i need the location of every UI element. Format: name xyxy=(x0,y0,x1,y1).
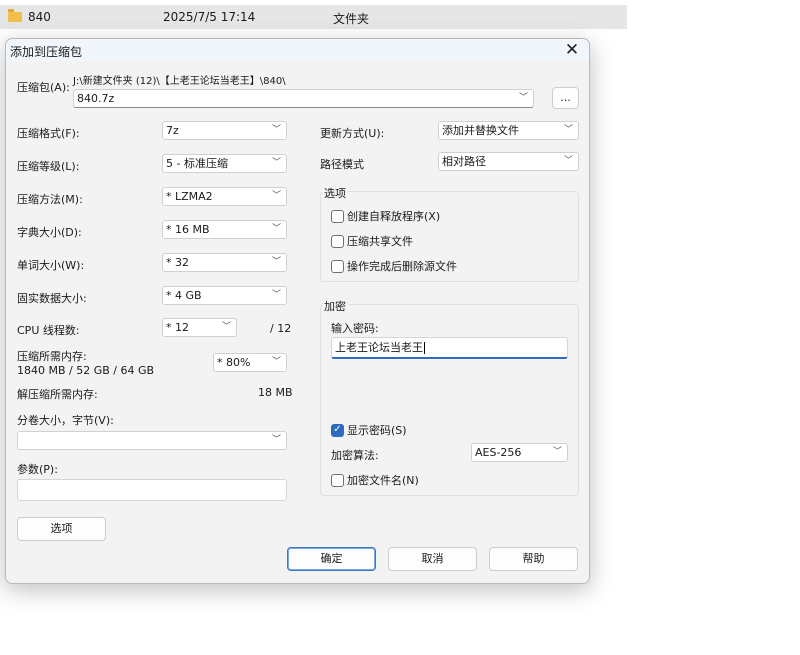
dict-select[interactable]: * 16 MB ﹀ xyxy=(162,220,287,239)
mem-compress-value: * 80% xyxy=(217,356,251,369)
checkbox-box xyxy=(331,234,344,248)
split-label: 分卷大小，字节(V): xyxy=(17,414,114,427)
pathmode-value: 相对路径 xyxy=(442,155,486,168)
password-input[interactable]: 上老王论坛当老王 xyxy=(331,337,568,359)
chevron-down-icon: ﹀ xyxy=(271,290,281,300)
chevron-down-icon: ﹀ xyxy=(221,322,231,332)
mem-decompress-value: 18 MB xyxy=(258,386,293,399)
show-password-label: 显示密码(S) xyxy=(347,424,407,437)
shared-files-label: 压缩共享文件 xyxy=(347,235,413,248)
solid-label: 固实数据大小: xyxy=(17,292,87,305)
chevron-down-icon: ﹀ xyxy=(563,125,573,135)
mem-compress-label: 压缩所需内存: xyxy=(17,350,87,363)
enter-password-label: 输入密码: xyxy=(331,322,379,335)
encryption-method-label: 加密算法: xyxy=(331,449,379,462)
update-select[interactable]: 添加并替换文件 ﹀ xyxy=(438,121,579,140)
params-label: 参数(P): xyxy=(17,463,58,476)
encrypt-names-label: 加密文件名(N) xyxy=(347,474,419,487)
pathmode-select[interactable]: 相对路径 ﹀ xyxy=(438,152,579,171)
explorer-file-row[interactable]: 840 2025/7/5 17:14 文件夹 xyxy=(0,5,627,29)
level-label: 压缩等级(L): xyxy=(17,160,80,173)
solid-select[interactable]: * 4 GB ﹀ xyxy=(162,286,287,305)
checkmark-icon: ✓ xyxy=(331,423,344,437)
chevron-down-icon: ﹀ xyxy=(518,93,528,103)
method-select[interactable]: * LZMA2 ﹀ xyxy=(162,187,287,206)
chevron-down-icon: ﹀ xyxy=(552,447,562,457)
file-name: 840 xyxy=(28,10,51,24)
chevron-down-icon: ﹀ xyxy=(271,357,281,367)
password-value: 上老王论坛当老王 xyxy=(335,341,423,354)
chevron-down-icon: ﹀ xyxy=(271,257,281,267)
ok-button[interactable]: 确定 xyxy=(287,547,376,571)
solid-value: * 4 GB xyxy=(166,289,202,302)
chevron-down-icon: ﹀ xyxy=(271,191,281,201)
sfx-label: 创建自释放程序(X) xyxy=(347,210,441,223)
params-input[interactable] xyxy=(17,479,287,501)
update-label: 更新方式(U): xyxy=(320,127,385,140)
encryption-group-title: 加密 xyxy=(322,298,348,314)
cpu-select[interactable]: * 12 ﹀ xyxy=(162,318,237,337)
archive-name-value: 840.7z xyxy=(77,92,115,105)
cpu-value: * 12 xyxy=(166,321,189,334)
cpu-max: / 12 xyxy=(270,322,292,335)
checkbox-box xyxy=(331,473,344,487)
format-select[interactable]: 7z ﹀ xyxy=(162,121,287,140)
file-date: 2025/7/5 17:14 xyxy=(163,10,256,24)
show-password-checkbox[interactable]: ✓ 显示密码(S) xyxy=(331,422,407,438)
format-label: 压缩格式(F): xyxy=(17,127,80,140)
mem-decompress-label: 解压缩所需内存: xyxy=(17,388,98,401)
split-select[interactable]: ﹀ xyxy=(17,431,287,450)
options-group-title: 选项 xyxy=(322,185,348,201)
archive-label: 压缩包(A): xyxy=(17,81,70,94)
dict-value: * 16 MB xyxy=(166,223,210,236)
checkbox-box xyxy=(331,259,344,273)
options-button[interactable]: 选项 xyxy=(17,517,106,541)
shared-files-checkbox[interactable]: 压缩共享文件 xyxy=(331,233,413,249)
encrypt-names-checkbox[interactable]: 加密文件名(N) xyxy=(331,472,419,488)
encryption-method-value: AES-256 xyxy=(475,446,522,459)
method-label: 压缩方法(M): xyxy=(17,193,83,206)
delete-after-label: 操作完成后删除源文件 xyxy=(347,260,457,273)
cpu-label: CPU 线程数: xyxy=(17,324,80,337)
chevron-down-icon: ﹀ xyxy=(271,435,281,445)
file-type: 文件夹 xyxy=(333,12,370,26)
update-value: 添加并替换文件 xyxy=(442,124,519,137)
word-select[interactable]: * 32 ﹀ xyxy=(162,253,287,272)
close-icon[interactable]: ✕ xyxy=(563,40,581,60)
archive-path: J:\新建文件夹 (12)\【上老王论坛当老王】\840\ xyxy=(73,76,286,87)
delete-after-checkbox[interactable]: 操作完成后删除源文件 xyxy=(331,258,457,274)
mem-compress-detail: 1840 MB / 52 GB / 64 GB xyxy=(17,364,155,377)
level-value: 5 - 标准压缩 xyxy=(166,157,228,170)
encryption-method-select[interactable]: AES-256 ﹀ xyxy=(471,443,568,462)
checkbox-box xyxy=(331,209,344,223)
cancel-button[interactable]: 取消 xyxy=(388,547,477,571)
chevron-down-icon: ﹀ xyxy=(271,158,281,168)
dialog-title: 添加到压缩包 xyxy=(10,45,83,59)
browse-button[interactable]: ... xyxy=(552,87,579,109)
add-to-archive-dialog: 添加到压缩包 ✕ 压缩包(A): J:\新建文件夹 (12)\【上老王论坛当老王… xyxy=(5,38,590,584)
archive-name-combo[interactable]: 840.7z ﹀ xyxy=(73,89,534,108)
pathmode-label: 路径模式 xyxy=(320,158,364,171)
chevron-down-icon: ﹀ xyxy=(271,125,281,135)
word-label: 单词大小(W): xyxy=(17,259,85,272)
sfx-checkbox[interactable]: 创建自释放程序(X) xyxy=(331,208,440,224)
word-value: * 32 xyxy=(166,256,189,269)
chevron-down-icon: ﹀ xyxy=(563,156,573,166)
format-value: 7z xyxy=(166,124,179,137)
help-button[interactable]: 帮助 xyxy=(489,547,578,571)
title-bar: 添加到压缩包 ✕ xyxy=(6,39,589,61)
level-select[interactable]: 5 - 标准压缩 ﹀ xyxy=(162,154,287,173)
text-cursor xyxy=(424,342,425,354)
folder-icon xyxy=(8,9,22,22)
method-value: * LZMA2 xyxy=(166,190,213,203)
mem-compress-select[interactable]: * 80% ﹀ xyxy=(213,353,287,372)
chevron-down-icon: ﹀ xyxy=(271,224,281,234)
dict-label: 字典大小(D): xyxy=(17,226,82,239)
